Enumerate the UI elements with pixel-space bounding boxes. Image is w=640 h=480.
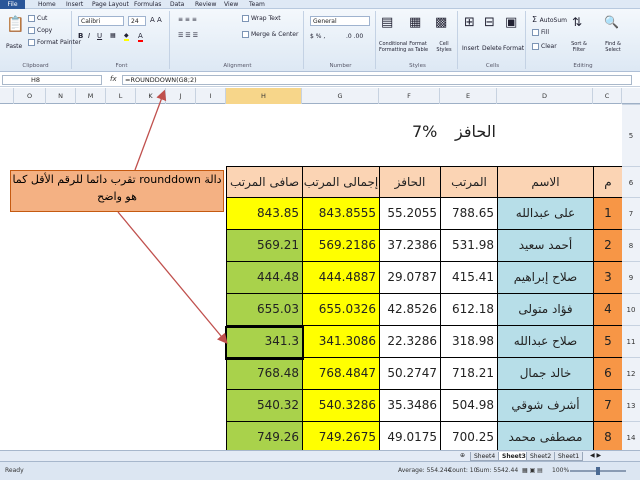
sheet-tab[interactable]: Sheet4 bbox=[470, 452, 500, 461]
sheet-nav-icon[interactable]: ◀ ▶ bbox=[590, 452, 601, 459]
status-bar: Ready Average: 554.244 Count: 10 Sum: 55… bbox=[0, 461, 640, 480]
sheet-tab-active[interactable]: Sheet3 bbox=[498, 452, 530, 461]
status-average: Average: 554.244 bbox=[398, 467, 452, 474]
arrow-to-cell bbox=[117, 211, 228, 344]
sheet-tab[interactable]: Sheet2 bbox=[526, 452, 556, 461]
sheet-tab[interactable]: Sheet1 bbox=[554, 452, 584, 461]
insert-sheet-icon[interactable]: ⊕ bbox=[460, 452, 465, 459]
zoom-level[interactable]: 100% bbox=[552, 467, 569, 474]
zoom-slider-handle[interactable] bbox=[596, 467, 600, 475]
arrow-to-formula bbox=[134, 89, 167, 171]
status-ready: Ready bbox=[5, 467, 24, 474]
view-buttons-icon[interactable]: ▦ ▣ ▤ bbox=[522, 467, 543, 474]
annotation-arrows bbox=[117, 89, 228, 344]
sheet-tab-bar: ⊕ Sheet4 Sheet3 Sheet2 Sheet1 ◀ ▶ bbox=[0, 450, 640, 461]
status-sum: Sum: 5542.44 bbox=[476, 467, 519, 474]
status-count: Count: 10 bbox=[448, 467, 478, 474]
